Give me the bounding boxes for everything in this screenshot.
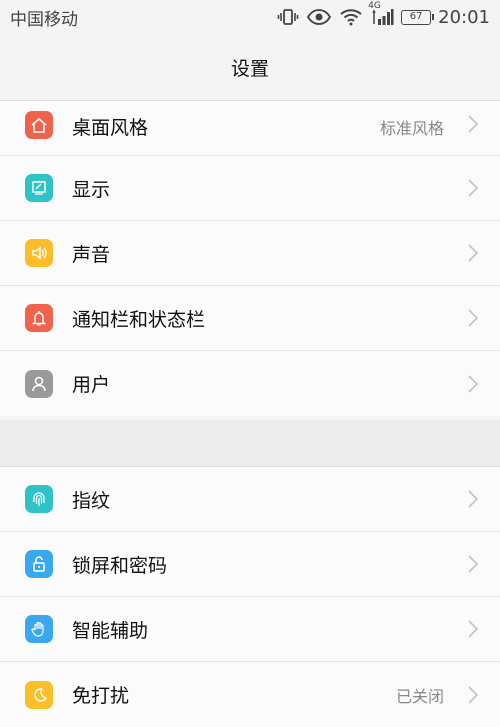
moon-icon <box>25 680 53 709</box>
home-icon <box>25 111 53 139</box>
settings-group-2: 指纹 锁屏和密码 智能辅助 免打扰 已关闭 <box>0 466 500 727</box>
page-title: 设置 <box>230 57 269 80</box>
settings-item-label: 桌面风格 <box>72 117 149 139</box>
settings-item-smart-assist[interactable]: 智能辅助 <box>0 597 500 662</box>
chevron-right-icon <box>468 620 479 638</box>
settings-item-notification-bar[interactable]: 通知栏和状态栏 <box>0 286 500 351</box>
chevron-right-icon <box>468 490 479 508</box>
fingerprint-icon <box>25 485 53 513</box>
title-bar: 设置 <box>0 34 500 101</box>
chevron-right-icon <box>468 244 479 262</box>
settings-item-value: 标准风格 <box>379 119 444 138</box>
settings-item-do-not-disturb[interactable]: 免打扰 已关闭 <box>0 662 500 727</box>
vibrate-icon <box>277 8 299 26</box>
chevron-right-icon <box>468 115 479 133</box>
bell-icon <box>25 304 53 332</box>
settings-item-label: 显示 <box>72 178 111 201</box>
eye-comfort-icon <box>306 8 332 26</box>
status-icons: 4G 67 20:01 <box>277 1 490 28</box>
chevron-right-icon <box>468 374 479 393</box>
settings-item-sound[interactable]: 声音 <box>0 221 500 286</box>
signal-icon: 4G <box>368 1 394 26</box>
settings-group-1: 桌面风格 标准风格 显示 声音 通知栏和状态栏 用户 <box>0 101 500 416</box>
chevron-right-icon <box>468 685 479 704</box>
clock: 20:01 <box>438 6 490 28</box>
settings-item-label: 声音 <box>72 243 111 266</box>
speaker-icon <box>25 239 53 267</box>
chevron-right-icon <box>468 555 479 573</box>
settings-item-label: 通知栏和状态栏 <box>72 308 206 331</box>
battery-indicator: 67 <box>401 9 435 25</box>
settings-item-users[interactable]: 用户 <box>0 351 500 416</box>
chevron-right-icon <box>468 309 479 327</box>
display-icon <box>25 174 53 202</box>
settings-item-label: 指纹 <box>72 489 111 512</box>
hand-icon <box>25 615 53 643</box>
network-type: 4G <box>368 1 381 11</box>
user-icon <box>25 369 53 398</box>
section-divider <box>0 420 500 466</box>
settings-item-desktop-style[interactable]: 桌面风格 标准风格 <box>0 101 500 156</box>
wifi-icon <box>339 8 363 26</box>
settings-item-display[interactable]: 显示 <box>0 156 500 221</box>
settings-item-label: 用户 <box>72 374 111 396</box>
unlock-icon <box>25 550 53 578</box>
status-bar: 中国移动 4G 67 20:01 <box>0 0 500 34</box>
chevron-right-icon <box>468 179 479 197</box>
settings-item-fingerprint[interactable]: 指纹 <box>0 467 500 532</box>
settings-item-label: 锁屏和密码 <box>72 554 168 577</box>
settings-item-label: 免打扰 <box>72 685 130 707</box>
settings-item-value: 已关闭 <box>395 686 444 706</box>
carrier-name: 中国移动 <box>10 9 78 30</box>
settings-item-label: 智能辅助 <box>72 619 149 642</box>
settings-item-lock-screen[interactable]: 锁屏和密码 <box>0 532 500 597</box>
